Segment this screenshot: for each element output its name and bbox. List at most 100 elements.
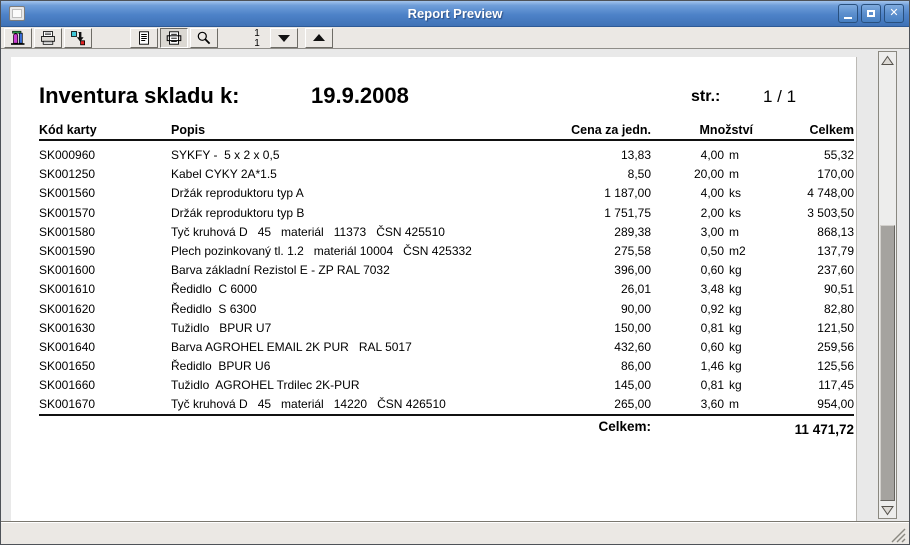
cell-total: 90,51 bbox=[724, 282, 854, 296]
app-window-icon bbox=[9, 6, 25, 21]
cell-code: SK001620 bbox=[39, 302, 95, 316]
cell-desc: Tužidlo AGROHEL Trdilec 2K-PUR bbox=[171, 378, 360, 392]
cell-code: SK001610 bbox=[39, 282, 95, 296]
cell-desc: Barva AGROHEL EMAIL 2K PUR RAL 5017 bbox=[171, 340, 412, 354]
table-row: SK001610 Ředidlo C 6000 26,01 3,48 kg 90… bbox=[11, 280, 856, 299]
zoom-button[interactable] bbox=[190, 28, 218, 48]
scroll-up-button[interactable] bbox=[879, 52, 896, 68]
cell-qty: 1,46 bbox=[621, 359, 724, 373]
scroll-up-icon bbox=[881, 55, 894, 66]
table-row: SK001650 Ředidlo BPUR U6 86,00 1,46 kg 1… bbox=[11, 357, 856, 376]
cell-code: SK001640 bbox=[39, 340, 95, 354]
report-date: 19.9.2008 bbox=[311, 83, 409, 109]
page-value: 1 / 1 bbox=[763, 87, 796, 107]
cell-desc: Ředidlo BPUR U6 bbox=[171, 359, 270, 373]
titlebar[interactable]: Report Preview ✕ bbox=[1, 1, 909, 27]
exit-door-icon bbox=[10, 30, 26, 46]
maximize-button[interactable] bbox=[861, 4, 881, 23]
cell-code: SK001600 bbox=[39, 263, 95, 277]
cell-total: 121,50 bbox=[724, 321, 854, 335]
magnifier-icon bbox=[196, 30, 212, 46]
page-label: str.: bbox=[691, 88, 720, 106]
cell-qty: 3,00 bbox=[621, 225, 724, 239]
print-button[interactable] bbox=[34, 28, 62, 48]
window-title: Report Preview bbox=[1, 6, 909, 21]
cell-qty: 0,81 bbox=[621, 321, 724, 335]
fit-page-width-icon bbox=[166, 30, 182, 46]
scroll-down-button[interactable] bbox=[879, 502, 896, 518]
vertical-scrollbar[interactable] bbox=[878, 51, 897, 519]
cell-desc: Kabel CYKY 2A*1.5 bbox=[171, 167, 277, 181]
cell-total: 954,00 bbox=[724, 397, 854, 411]
cell-total: 55,32 bbox=[724, 148, 854, 162]
page-total: 1 bbox=[244, 39, 270, 48]
cell-qty: 0,92 bbox=[621, 302, 724, 316]
minimize-button[interactable] bbox=[838, 4, 858, 23]
cell-total: 125,56 bbox=[724, 359, 854, 373]
cell-code: SK001660 bbox=[39, 378, 95, 392]
cell-code: SK001670 bbox=[39, 397, 95, 411]
arrow-up-icon bbox=[312, 33, 326, 43]
cell-code: SK001590 bbox=[39, 244, 95, 258]
grand-total-label: Celkem: bbox=[509, 419, 651, 434]
cell-total: 137,79 bbox=[724, 244, 854, 258]
column-header-price: Cena za jedn. bbox=[509, 123, 651, 137]
table-row: SK001670 Tyč kruhová D 45 materiál 14220… bbox=[11, 395, 856, 414]
cell-total: 170,00 bbox=[724, 167, 854, 181]
close-preview-button[interactable] bbox=[4, 28, 32, 48]
cell-qty: 0,81 bbox=[621, 378, 724, 392]
cell-total: 82,80 bbox=[724, 302, 854, 316]
page-view-icon bbox=[136, 30, 152, 46]
arrow-down-icon bbox=[277, 33, 291, 43]
statusbar bbox=[1, 522, 909, 545]
fit-page-width-button[interactable] bbox=[160, 28, 188, 48]
cell-desc: Ředidlo C 6000 bbox=[171, 282, 257, 296]
cell-qty: 4,00 bbox=[621, 148, 724, 162]
column-header-code: Kód karty bbox=[39, 123, 97, 137]
next-page-button[interactable] bbox=[270, 28, 298, 48]
printer-icon bbox=[40, 30, 56, 46]
cell-total: 117,45 bbox=[724, 378, 854, 392]
cell-code: SK001580 bbox=[39, 225, 95, 239]
cell-desc: Tužidlo BPUR U7 bbox=[171, 321, 271, 335]
cell-qty: 0,50 bbox=[621, 244, 724, 258]
cell-qty: 0,60 bbox=[621, 263, 724, 277]
cell-qty: 3,60 bbox=[621, 397, 724, 411]
export-button[interactable] bbox=[64, 28, 92, 48]
table-row: SK001620 Ředidlo S 6300 90,00 0,92 kg 82… bbox=[11, 300, 856, 319]
whole-page-view-button[interactable] bbox=[130, 28, 158, 48]
grand-total-value: 11 471,72 bbox=[724, 422, 854, 437]
report-preview-window: Report Preview ✕ bbox=[0, 0, 910, 545]
header-separator-line bbox=[39, 139, 854, 141]
cell-code: SK001650 bbox=[39, 359, 95, 373]
report-rows: SK000960 SYKFY - 5 x 2 x 0,5 13,83 4,00 … bbox=[11, 146, 856, 415]
cell-total: 237,60 bbox=[724, 263, 854, 277]
scrollbar-thumb[interactable] bbox=[880, 225, 895, 501]
table-row: SK001590 Plech pozinkovaný tl. 1.2 mater… bbox=[11, 242, 856, 261]
footer-separator-line bbox=[39, 414, 854, 416]
page-number-display[interactable]: 1 1 bbox=[244, 28, 270, 48]
close-button[interactable]: ✕ bbox=[884, 4, 904, 23]
cell-desc: Držák reproduktoru typ A bbox=[171, 186, 304, 200]
cell-qty: 2,00 bbox=[621, 206, 724, 220]
cell-desc: Držák reproduktoru typ B bbox=[171, 206, 304, 220]
table-row: SK001570 Držák reproduktoru typ B 1 751,… bbox=[11, 204, 856, 223]
table-row: SK001600 Barva základní Rezistol E - ZP … bbox=[11, 261, 856, 280]
cell-total: 259,56 bbox=[724, 340, 854, 354]
previous-page-button[interactable] bbox=[305, 28, 333, 48]
export-data-icon bbox=[70, 30, 86, 46]
cell-qty: 4,00 bbox=[621, 186, 724, 200]
cell-qty: 0,60 bbox=[621, 340, 724, 354]
resize-grip[interactable] bbox=[889, 526, 906, 543]
table-row: SK001560 Držák reproduktoru typ A 1 187,… bbox=[11, 184, 856, 203]
table-row: SK001630 Tužidlo BPUR U7 150,00 0,81 kg … bbox=[11, 319, 856, 338]
table-row: SK001580 Tyč kruhová D 45 materiál 11373… bbox=[11, 223, 856, 242]
cell-code: SK001570 bbox=[39, 206, 95, 220]
cell-qty: 20,00 bbox=[621, 167, 724, 181]
scrollbar-track[interactable] bbox=[879, 68, 896, 502]
close-icon: ✕ bbox=[889, 8, 898, 19]
cell-code: SK001560 bbox=[39, 186, 95, 200]
cell-desc: Plech pozinkovaný tl. 1.2 materiál 10004… bbox=[171, 244, 472, 258]
preview-viewport: Inventura skladu k: 19.9.2008 str.: 1 / … bbox=[1, 49, 909, 522]
cell-total: 4 748,00 bbox=[724, 186, 854, 200]
